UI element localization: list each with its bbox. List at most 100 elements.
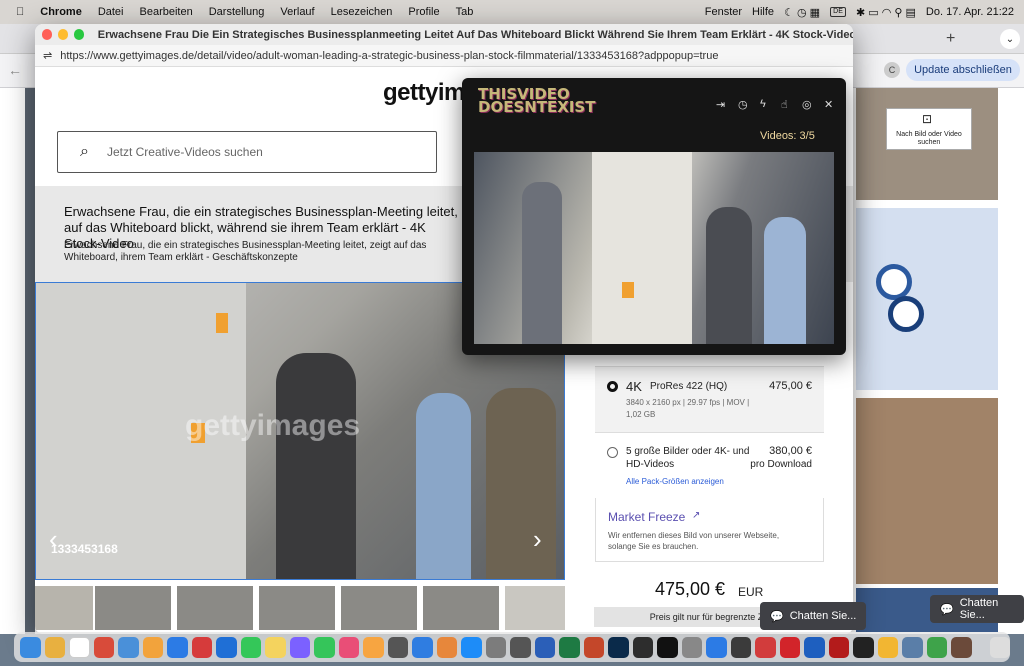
url-bar[interactable]: ⇌ https://www.gettyimages.de/detail/vide…	[35, 45, 853, 67]
app-icon[interactable]	[902, 636, 923, 658]
activity-icon[interactable]	[853, 636, 874, 658]
messages-icon[interactable]	[314, 636, 335, 658]
mail-icon[interactable]	[216, 636, 237, 658]
thumbnail[interactable]	[505, 586, 565, 630]
login-icon[interactable]: ⇥	[716, 98, 725, 111]
app-icon[interactable]	[926, 636, 948, 658]
sticky-note	[216, 313, 228, 333]
settings-icon[interactable]	[485, 636, 507, 658]
launchpad-icon[interactable]	[44, 636, 65, 658]
calculator-icon[interactable]	[510, 636, 531, 658]
chevron-down-icon[interactable]: ⌄	[1000, 29, 1020, 49]
opera-icon[interactable]	[191, 636, 213, 658]
close-window-button[interactable]	[42, 29, 52, 40]
pack-sizes-link[interactable]: Alle Pack-Größen anzeigen	[626, 477, 724, 486]
numbers-icon[interactable]	[240, 636, 262, 658]
thumbnail[interactable]	[259, 586, 335, 630]
powerpoint-icon[interactable]	[583, 636, 605, 658]
price-option-4k[interactable]: 4K ProRes 422 (HQ) 475,00 € 3840 x 2160 …	[595, 366, 824, 432]
menu-verlauf[interactable]: Verlauf	[280, 6, 314, 18]
background-left-strip	[25, 88, 35, 634]
collage-tile-office[interactable]	[856, 398, 998, 584]
price-option-pack[interactable]: 5 große Bilder oder 4K- und HD-Videos 38…	[595, 432, 824, 498]
chat-button-secondary[interactable]: 💬 Chatten Sie...	[930, 595, 1024, 623]
back-arrow-icon[interactable]: ←	[8, 62, 22, 78]
appstore-icon[interactable]	[461, 636, 482, 658]
datetime[interactable]: Do. 17. Apr. 21:22	[926, 6, 1014, 18]
notes-icon[interactable]	[265, 636, 286, 658]
menu-app-name[interactable]: Chrome	[40, 6, 82, 18]
history-icon[interactable]: ◷	[738, 98, 748, 111]
bluetooth-wifi-icons[interactable]: ✱ ▭ ◠ ⚲ ▤	[856, 6, 916, 19]
status-icons[interactable]: ☾ ◷ ▦	[784, 6, 820, 19]
menu-lesezeichen[interactable]: Lesezeichen	[331, 6, 393, 18]
acrobat-icon[interactable]	[779, 636, 801, 658]
badge-icon[interactable]: ◎	[802, 98, 812, 111]
firefox-icon[interactable]	[142, 636, 164, 658]
kindle-icon[interactable]	[657, 636, 678, 658]
bolt-icon[interactable]: ϟ	[760, 98, 766, 110]
photos-icon[interactable]	[338, 636, 360, 658]
page-subtitle: Erwachsene Frau, die ein strategisches B…	[64, 240, 427, 263]
thumbnail[interactable]	[423, 586, 499, 630]
dictionary-icon[interactable]	[951, 636, 972, 658]
menu-darstellung[interactable]: Darstellung	[209, 6, 265, 18]
menu-hilfe[interactable]: Hilfe	[752, 6, 774, 18]
excel-icon[interactable]	[559, 636, 580, 658]
menu-fenster[interactable]: Fenster	[705, 6, 742, 18]
option-4k-label: 4K	[626, 379, 642, 394]
avatar[interactable]: C	[884, 62, 900, 78]
menu-tab[interactable]: Tab	[456, 6, 474, 18]
url-text[interactable]: https://www.gettyimages.de/detail/video/…	[60, 50, 718, 62]
calendar-icon[interactable]	[69, 636, 90, 658]
pdf-icon[interactable]	[755, 636, 776, 658]
safari-icon[interactable]	[118, 636, 139, 658]
update-button[interactable]: Update abschließen	[906, 59, 1020, 81]
popup-video[interactable]	[474, 152, 834, 344]
apple-icon[interactable]: 	[16, 6, 24, 18]
app-icon[interactable]	[681, 636, 703, 658]
thumbnail[interactable]	[177, 586, 253, 630]
reader-icon[interactable]	[828, 636, 850, 658]
keynote-icon[interactable]	[387, 636, 409, 658]
site-settings-icon[interactable]: ⇌	[43, 49, 52, 62]
search-input[interactable]: ⌕ Jetzt Creative-Videos suchen	[57, 131, 437, 173]
radio-4k[interactable]	[607, 381, 618, 392]
chrome-icon[interactable]	[93, 636, 115, 658]
close-icon[interactable]: ✕	[824, 98, 833, 111]
next-arrow-icon[interactable]: ›	[533, 524, 542, 555]
edge-icon[interactable]	[167, 636, 188, 658]
photoshop-icon[interactable]	[608, 636, 629, 658]
thumbs-up-icon[interactable]: ☝	[781, 98, 788, 111]
menu-bearbeiten[interactable]: Bearbeiten	[140, 6, 193, 18]
pages-icon[interactable]	[363, 636, 384, 658]
trash-icon[interactable]	[989, 636, 1011, 658]
minimize-window-button[interactable]	[57, 29, 68, 40]
files-icon[interactable]	[412, 636, 433, 658]
chat-button[interactable]: 💬 Chatten Sie...	[760, 602, 867, 630]
zoom-window-button[interactable]	[73, 29, 84, 40]
illustrator-icon[interactable]	[632, 636, 654, 658]
word-icon[interactable]	[534, 636, 556, 658]
input-source-badge[interactable]: DE	[830, 7, 847, 17]
books-icon[interactable]	[436, 636, 458, 658]
app-icon[interactable]	[804, 636, 825, 658]
donut-chart-graphic	[888, 296, 924, 332]
thumbnail[interactable]	[341, 586, 417, 630]
man-figure	[522, 182, 562, 344]
app-icon[interactable]	[730, 636, 752, 658]
menu-datei[interactable]: Datei	[98, 6, 124, 18]
menu-profile[interactable]: Profile	[408, 6, 439, 18]
option-pack-price: 380,00 €	[769, 445, 812, 457]
app-icon[interactable]	[877, 636, 899, 658]
new-tab-button[interactable]: +	[946, 30, 955, 48]
thumbnail[interactable]	[35, 586, 93, 630]
thumbnail[interactable]	[95, 586, 171, 630]
preview-icon[interactable]	[289, 636, 311, 658]
collage-tile-infographic[interactable]	[856, 208, 998, 390]
finder-icon[interactable]	[20, 636, 41, 658]
external-link-icon[interactable]: ↗	[692, 510, 700, 521]
app-icon[interactable]	[706, 636, 727, 658]
radio-pack[interactable]	[607, 447, 618, 458]
market-freeze-link[interactable]: Market Freeze	[608, 510, 685, 524]
